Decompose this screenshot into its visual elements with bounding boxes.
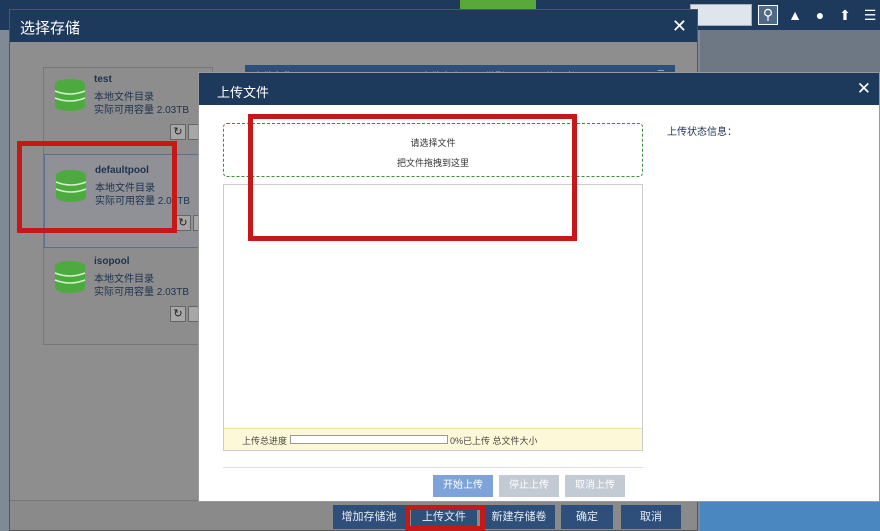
storage-dialog-title: 选择存储	[20, 20, 81, 37]
upload-icon[interactable]: ⬆	[837, 7, 853, 24]
pool-card-test[interactable]: test 本地文件目录 实际可用容量 2.03TB ↻	[44, 70, 212, 150]
start-upload-button[interactable]: 开始上传	[433, 475, 493, 497]
progress-row: 上传总进度 0%已上传 总文件大小	[224, 428, 642, 450]
progress-label: 上传总进度	[242, 436, 288, 446]
pool-capacity: 实际可用容量 2.03TB	[94, 287, 190, 298]
pool-capacity: 实际可用容量 2.03TB	[94, 105, 190, 116]
pool-name: isopool	[94, 256, 130, 267]
annotation-box-pool	[17, 141, 177, 233]
progress-bar	[290, 435, 448, 444]
upload-status-title: 上传状态信息：	[667, 127, 737, 138]
cancel-upload-button[interactable]: 取消上传	[565, 475, 625, 497]
background-bottom-strip	[700, 499, 880, 531]
refresh-icon[interactable]: ↻	[170, 306, 186, 322]
storage-dialog-footer: 增加存储池 上传文件 新建存储卷 确定 取消	[10, 500, 697, 530]
storage-dialog-header: 选择存储 ✕	[10, 10, 697, 42]
search-icon[interactable]: ⚲	[758, 5, 778, 25]
annotation-box-dropzone	[248, 114, 577, 241]
annotation-box-upload-button	[405, 505, 485, 531]
pool-card-isopool[interactable]: isopool 本地文件目录 实际可用容量 2.03TB ↻	[44, 250, 212, 330]
refresh-icon[interactable]: ↻	[170, 124, 186, 140]
new-volume-button[interactable]: 新建存储卷	[483, 505, 555, 529]
alert-icon[interactable]: ▲	[787, 7, 803, 23]
confirm-button[interactable]: 确定	[561, 505, 613, 529]
stop-upload-button[interactable]: 停止上传	[499, 475, 559, 497]
menu-icon[interactable]: ☰	[862, 7, 878, 24]
upload-dialog-title: 上传文件	[217, 85, 270, 100]
user-icon[interactable]: ●	[812, 7, 828, 23]
pool-name: test	[94, 74, 112, 85]
divider	[223, 467, 643, 468]
close-icon[interactable]: ✕	[857, 79, 871, 99]
background-search-input[interactable]	[690, 4, 752, 26]
database-icon	[54, 261, 86, 293]
progress-status: 0%已上传 总文件大小	[450, 436, 538, 446]
cancel-button[interactable]: 取消	[621, 505, 681, 529]
close-icon[interactable]: ✕	[672, 16, 687, 37]
database-icon	[54, 79, 86, 111]
refresh-icon[interactable]: ↻	[175, 215, 191, 231]
add-pool-button[interactable]: 增加存储池	[333, 505, 405, 529]
background-header-icons: ⚲ ▲ ● ⬆ ☰	[758, 3, 878, 27]
upload-dialog-header: 上传文件 ✕	[199, 73, 879, 105]
